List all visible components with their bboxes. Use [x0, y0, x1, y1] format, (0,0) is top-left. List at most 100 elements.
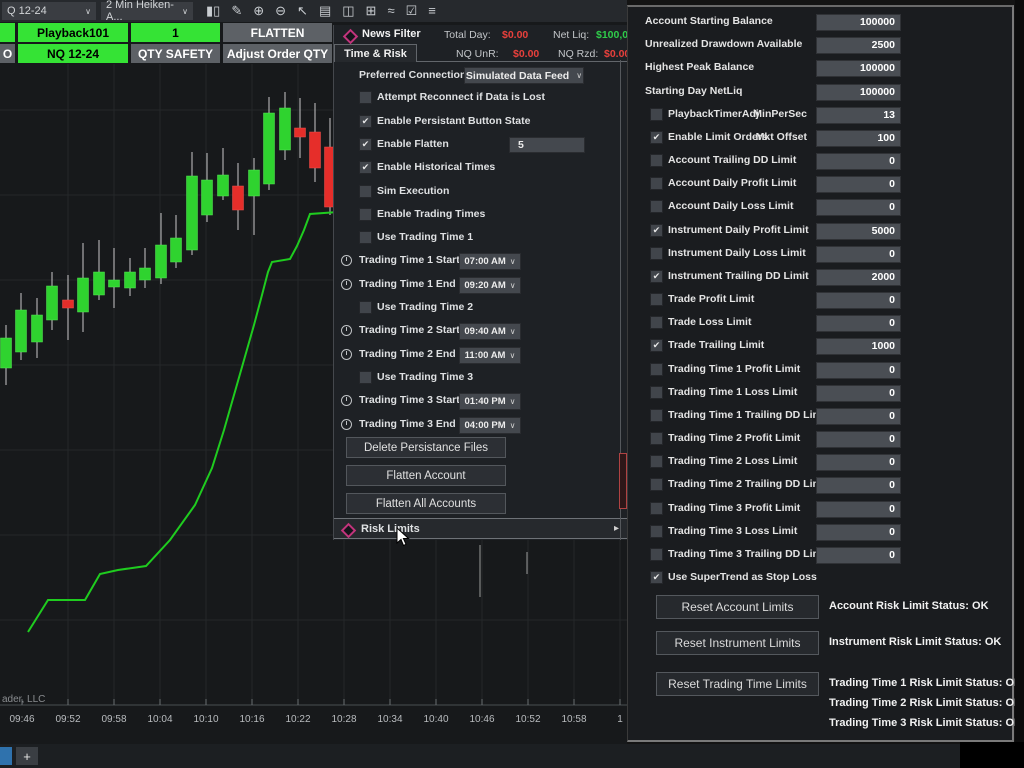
- flatten-all-accounts-button[interactable]: Flatten All Accounts: [346, 493, 506, 514]
- trade-loss-limit-input[interactable]: 0: [816, 315, 901, 332]
- delete-persistance-files-button[interactable]: Delete Persistance Files: [346, 437, 506, 458]
- trading-time-1-trailing-dd-limit-input[interactable]: 0: [816, 408, 901, 425]
- checkbox-enable-historical-times[interactable]: ✔: [359, 161, 372, 174]
- trading-time-2-loss-limit-label: Trading Time 2 Loss Limit: [668, 455, 797, 467]
- checklist-icon[interactable]: ☑: [406, 0, 418, 22]
- checkbox-attempt-reconnect-if-data-is-lost[interactable]: [359, 91, 372, 104]
- checkbox-trade-trailing-limit[interactable]: ✔: [650, 339, 663, 352]
- checkbox-instrument-trailing-dd-limit[interactable]: ✔: [650, 270, 663, 283]
- line-tool-icon[interactable]: ≈: [387, 0, 394, 22]
- zoom-in-icon[interactable]: ⊕: [253, 0, 264, 22]
- trading-time-1-start-dropdown[interactable]: 07:00 AM∨: [459, 253, 521, 270]
- playbacktimeradj-input[interactable]: 13: [816, 107, 901, 124]
- checkbox-instrument-daily-profit-limit[interactable]: ✔: [650, 224, 663, 237]
- checkbox-instrument-daily-loss-limit[interactable]: [650, 247, 663, 260]
- checkbox-trading-time-3-profit-limit[interactable]: [650, 502, 663, 515]
- checkbox-trading-time-2-loss-limit[interactable]: [650, 455, 663, 468]
- checkbox-trading-time-3-loss-limit[interactable]: [650, 525, 663, 538]
- trade-profit-limit-input[interactable]: 0: [816, 292, 901, 309]
- checkbox-use-trading-time-1[interactable]: [359, 231, 372, 244]
- flatten-button[interactable]: FLATTEN: [223, 23, 332, 42]
- instrument-dropdown[interactable]: Q 12-24 ∨: [2, 2, 96, 20]
- checkbox-trading-time-2-trailing-dd-limit[interactable]: [650, 478, 663, 491]
- checkbox-use-supertrend-as-stop-loss[interactable]: ✔: [650, 571, 663, 584]
- checkbox-playbacktimeradj[interactable]: [650, 108, 663, 121]
- instrument-daily-loss-limit-input[interactable]: 0: [816, 246, 901, 263]
- add-tab-button[interactable]: +: [16, 747, 38, 765]
- risk-limits-menu-item[interactable]: Risk Limits ▸: [334, 518, 627, 539]
- flatten-account-button[interactable]: Flatten Account: [346, 465, 506, 486]
- notes-icon[interactable]: ▤: [319, 0, 331, 22]
- checkbox-trading-time-1-loss-limit[interactable]: [650, 386, 663, 399]
- enable-limit-orders-input[interactable]: 100: [816, 130, 901, 147]
- reset-trading-time-limits-button[interactable]: Reset Trading Time Limits: [656, 672, 819, 696]
- workspace-tab[interactable]: [0, 747, 12, 765]
- checkbox-enable-flatten[interactable]: ✔: [359, 138, 372, 151]
- instrument-daily-profit-limit-input[interactable]: 5000: [816, 223, 901, 240]
- account-daily-loss-limit-input[interactable]: 0: [816, 199, 901, 216]
- mid-panel-scrollbar-thumb[interactable]: [619, 453, 627, 509]
- enable-trading-times-label: Enable Trading Times: [377, 208, 485, 220]
- checkbox-account-trailing-dd-limit[interactable]: [650, 154, 663, 167]
- checkbox-account-daily-loss-limit[interactable]: [650, 200, 663, 213]
- trading-time-2-loss-limit-input[interactable]: 0: [816, 454, 901, 471]
- reset-account-limits-button[interactable]: Reset Account Limits: [656, 595, 819, 619]
- checkbox-trading-time-1-profit-limit[interactable]: [650, 363, 663, 376]
- cursor-icon[interactable]: ↖: [297, 0, 308, 22]
- checkbox-enable-limit-orders[interactable]: ✔: [650, 131, 663, 144]
- qty-button[interactable]: 1: [131, 23, 220, 42]
- trading-time-3-end-dropdown[interactable]: 04:00 PM∨: [459, 417, 521, 434]
- checkbox-trading-time-2-profit-limit[interactable]: [650, 432, 663, 445]
- highest-peak-balance-input[interactable]: 100000: [816, 60, 901, 77]
- checkbox-enable-persistant-button-state[interactable]: ✔: [359, 115, 372, 128]
- trading-time-2-profit-limit-label: Trading Time 2 Profit Limit: [668, 432, 800, 444]
- checkbox-sim-execution[interactable]: [359, 185, 372, 198]
- checkbox-trade-loss-limit[interactable]: [650, 316, 663, 329]
- checkbox-use-trading-time-2[interactable]: [359, 301, 372, 314]
- chevron-down-icon: ∨: [510, 281, 516, 290]
- checkbox-trading-time-3-trailing-dd-limit[interactable]: [650, 548, 663, 561]
- panels-icon[interactable]: ◫: [342, 0, 354, 22]
- account-trailing-dd-limit-input[interactable]: 0: [816, 153, 901, 170]
- starting-day-netliq-input[interactable]: 100000: [816, 84, 901, 101]
- instrument-button[interactable]: NQ 12-24: [18, 44, 128, 63]
- reset-account-row: Reset Account Limits Account Risk Limit …: [656, 595, 1006, 619]
- unrealized-drawdown-available-input[interactable]: 2500: [816, 37, 901, 54]
- checkbox-enable-trading-times[interactable]: [359, 208, 372, 221]
- reset-instrument-limits-button[interactable]: Reset Instrument Limits: [656, 631, 819, 655]
- minpersec-label: MinPerSec: [753, 108, 807, 120]
- draw-pencil-icon[interactable]: ✎: [231, 0, 242, 22]
- account-daily-profit-limit-input[interactable]: 0: [816, 176, 901, 193]
- trading-time-1-end-dropdown[interactable]: 09:20 AM∨: [459, 277, 521, 294]
- trade-trailing-limit-input[interactable]: 1000: [816, 338, 901, 355]
- enable-flatten-input[interactable]: 5: [509, 137, 585, 153]
- trading-time-3-trailing-dd-limit-input[interactable]: 0: [816, 547, 901, 564]
- grid-cell-cut-top[interactable]: [0, 23, 15, 42]
- tab-time-and-risk[interactable]: Time & Risk: [334, 44, 417, 62]
- trading-time-3-profit-limit-input[interactable]: 0: [816, 501, 901, 518]
- trading-time-1-loss-limit-input[interactable]: 0: [816, 385, 901, 402]
- adjust-order-qty-button[interactable]: Adjust Order QTY: [223, 44, 332, 63]
- instrument-trailing-dd-limit-input[interactable]: 2000: [816, 269, 901, 286]
- trading-time-3-start-dropdown[interactable]: 01:40 PM∨: [459, 393, 521, 410]
- trading-time-2-profit-limit-input[interactable]: 0: [816, 431, 901, 448]
- chart-type-icon[interactable]: ▮▯: [206, 0, 220, 22]
- trading-time-2-start-dropdown[interactable]: 09:40 AM∨: [459, 323, 521, 340]
- account-button[interactable]: Playback101: [18, 23, 128, 42]
- zoom-out-icon[interactable]: ⊖: [275, 0, 286, 22]
- trading-time-2-end-dropdown[interactable]: 11:00 AM∨: [459, 347, 521, 364]
- grid-cell-cut-bottom[interactable]: O: [0, 44, 15, 63]
- trading-time-3-loss-limit-input[interactable]: 0: [816, 524, 901, 541]
- checkbox-use-trading-time-3[interactable]: [359, 371, 372, 384]
- checkbox-trade-profit-limit[interactable]: [650, 293, 663, 306]
- trading-time-2-trailing-dd-limit-input[interactable]: 0: [816, 477, 901, 494]
- list-icon[interactable]: ≡: [428, 0, 436, 22]
- data-box-icon[interactable]: ⊞: [366, 0, 377, 22]
- account-starting-balance-input[interactable]: 100000: [816, 14, 901, 31]
- interval-dropdown[interactable]: 2 Min Heiken-A... ∨: [101, 2, 193, 20]
- preferred-connection-dropdown[interactable]: Simulated Data Feed∨: [464, 67, 584, 84]
- checkbox-trading-time-1-trailing-dd-limit[interactable]: [650, 409, 663, 422]
- checkbox-account-daily-profit-limit[interactable]: [650, 177, 663, 190]
- qty-safety-button[interactable]: QTY SAFETY: [131, 44, 220, 63]
- trading-time-1-profit-limit-input[interactable]: 0: [816, 362, 901, 379]
